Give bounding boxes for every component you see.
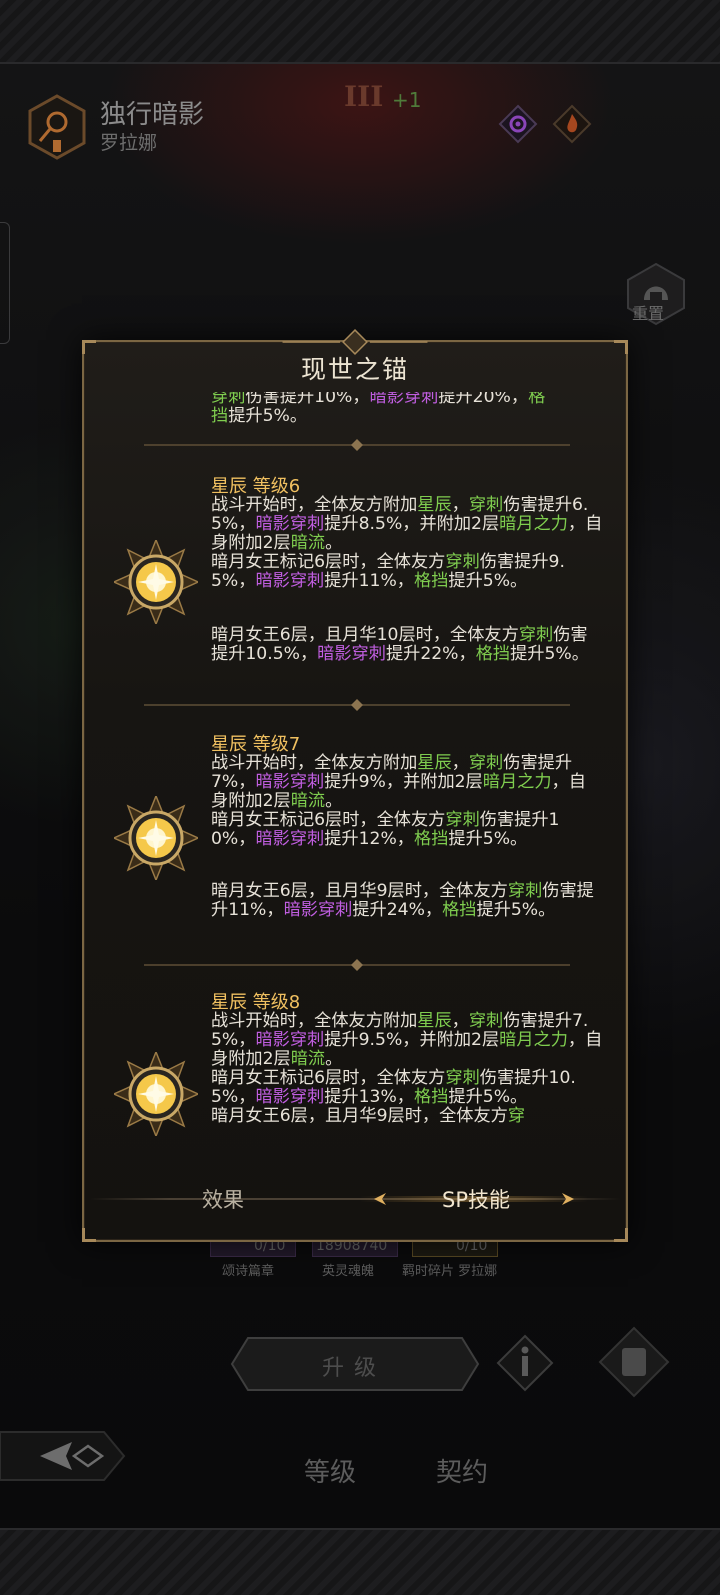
reset-label: 重置 (632, 304, 665, 323)
shadow-element-icon (498, 104, 538, 144)
star-skill-icon (114, 1052, 198, 1136)
hero-subtitle: 罗拉娜 (100, 132, 158, 154)
skill-description: 暗月女王6层，且月华9层时，全体友方穿刺伤害提升11%，暗影穿刺提升24%，格挡… (211, 881, 594, 920)
star-skill-icon (114, 796, 198, 880)
scroll-icon[interactable] (598, 1326, 670, 1398)
tab-level[interactable]: 等级 (304, 1452, 356, 1489)
resource-label: 英灵魂魄 (322, 1264, 375, 1279)
back-arrow-icon[interactable] (0, 1424, 128, 1488)
upgrade-label: 升级 (322, 1356, 387, 1381)
rank-badge: III (344, 80, 384, 113)
info-icon[interactable] (496, 1334, 554, 1392)
resource-label: 羁时碎片 罗拉娜 (402, 1264, 498, 1279)
top-frame-bar (0, 0, 720, 64)
frame-corner (82, 1228, 96, 1242)
hero-title: 独行暗影 (100, 100, 205, 130)
fire-element-icon (552, 104, 592, 144)
skill-description: 战斗开始时，全体友方附加星辰，穿刺伤害提升7%，暗影穿刺提升9%，并附加2层暗月… (211, 753, 586, 849)
skill-description: 战斗开始时，全体友方附加星辰，穿刺伤害提升7.5%，暗影穿刺提升9.5%，并附加… (211, 1011, 603, 1126)
bottom-frame-bar (0, 1528, 720, 1595)
skill-description: 暗月女王6层，且月华10层时，全体友方穿刺伤害提升10.5%，暗影穿刺提升22%… (211, 625, 589, 664)
hero-class-icon (28, 94, 86, 160)
tab-sp-skill[interactable]: SP技能 (442, 1184, 510, 1214)
skill-list[interactable]: 穿刺伤害提升10%，暗影穿刺提升20%，格 挡提升5%。 星辰 等级6 战斗开始时… (84, 392, 626, 1156)
modal-title: 现世之锚 (300, 355, 409, 384)
skill-modal: 现世之锚 穿刺伤害提升10%，暗影穿刺提升20%，格 挡提升5%。 星辰 等级6 … (82, 329, 628, 1242)
frame-corner (614, 1228, 628, 1242)
tab-contract[interactable]: 契约 (436, 1452, 488, 1489)
entry-divider (144, 959, 570, 971)
skill-description: 穿刺伤害提升10%，暗影穿刺提升20%，格 挡提升5%。 (211, 392, 546, 426)
star-skill-icon (114, 540, 198, 624)
entry-divider (144, 699, 570, 711)
tab-effect[interactable]: 效果 (202, 1184, 244, 1214)
resource-label: 颂诗篇章 (222, 1264, 275, 1279)
rank-plus: +1 (392, 88, 422, 112)
skill-description: 战斗开始时，全体友方附加星辰，穿刺伤害提升6.5%，暗影穿刺提升8.5%，并附加… (211, 495, 603, 591)
side-drawer-tab[interactable] (0, 222, 10, 344)
entry-divider (144, 439, 570, 451)
modal-tab-bar: 效果 SP技能 (84, 1176, 626, 1224)
